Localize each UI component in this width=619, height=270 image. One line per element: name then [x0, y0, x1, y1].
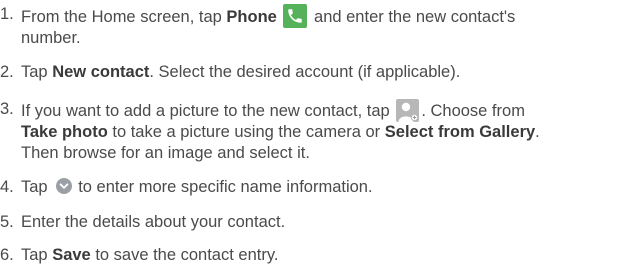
step-text: Tap: [21, 63, 53, 81]
step-number: 4.: [0, 178, 14, 196]
step-text: Enter the details about your contact.: [21, 213, 286, 231]
take-photo-label: Take photo: [21, 123, 108, 141]
new-contact-label: New contact: [52, 63, 150, 81]
step-text: Then browse for an image and select it.: [21, 144, 310, 162]
step-4: 4. Tap to enter more specific name infor…: [0, 177, 619, 198]
step-text: From the Home screen, tap: [21, 8, 227, 26]
instruction-list: 1. From the Home screen, tap Phone and e…: [0, 0, 619, 270]
add-contact-photo-icon: [396, 99, 420, 122]
step-text: . Choose from: [421, 102, 525, 120]
phone-label: Phone: [226, 8, 277, 26]
step-text: Tap: [21, 246, 53, 264]
step-number: 2.: [0, 63, 14, 81]
step-1: 1. From the Home screen, tap Phone and e…: [0, 4, 619, 49]
step-text: .: [535, 123, 540, 141]
step-number: 1.: [0, 5, 14, 23]
step-number: 5.: [0, 213, 14, 231]
step-number: 3.: [0, 100, 14, 118]
step-text: . Select the desired account (if applica…: [149, 63, 461, 81]
step-2: 2. Tap New contact. Select the desired a…: [0, 62, 619, 83]
step-number: 6.: [0, 246, 14, 264]
step-text: to take a picture using the camera or: [107, 123, 385, 141]
phone-icon: [283, 4, 308, 28]
step-text: and enter the new contact's: [309, 8, 516, 26]
save-label: Save: [52, 246, 91, 264]
select-from-gallery-label: Select from Gallery: [384, 123, 536, 141]
step-3: 3. If you want to add a picture to the n…: [0, 99, 619, 164]
step-text: Tap: [21, 178, 53, 196]
step-6: 6. Tap Save to save the contact entry.: [0, 245, 619, 266]
step-text: number.: [21, 29, 81, 47]
chevron-down-icon: [56, 178, 73, 194]
step-text: to enter more specific name information.: [78, 178, 373, 196]
step-text: If you want to add a picture to the new …: [21, 102, 395, 120]
step-text: to save the contact entry.: [90, 246, 279, 264]
step-5: 5. Enter the details about your contact.: [0, 212, 619, 233]
